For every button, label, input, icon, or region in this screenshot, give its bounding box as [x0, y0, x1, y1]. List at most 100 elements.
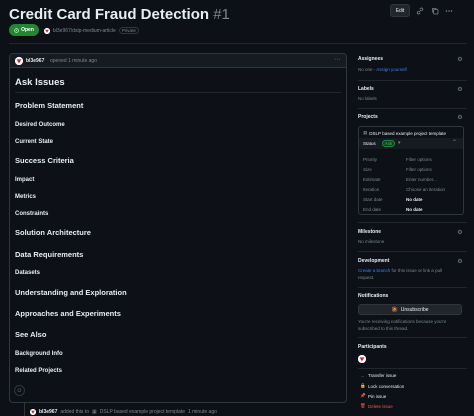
header-divider — [9, 43, 467, 44]
heading-impact: Impact — [15, 177, 35, 183]
delete-issue-action[interactable]: 🗑 Delete issue — [360, 403, 393, 409]
project-field-row[interactable]: Estimate — [363, 177, 381, 182]
heading-problem-statement: Problem Statement — [15, 101, 84, 110]
issue-number: #1 — [213, 6, 230, 23]
project-field-value[interactable]: No date — [406, 207, 423, 212]
repo-link[interactable]: bl3e967/dslp-medium-article — [53, 28, 116, 34]
gear-icon[interactable]: ⚙ — [457, 56, 463, 63]
lock-conversation-label: Lock conversation — [368, 383, 405, 389]
chevron-up-icon[interactable]: ⌃ — [452, 139, 457, 146]
project-table-icon: ▦ — [363, 130, 368, 135]
pin-icon: 📌 — [360, 393, 366, 398]
heading-background-info: Background Info — [15, 351, 63, 357]
visibility-badge: Private — [118, 27, 139, 34]
milestone-label: Milestone — [358, 229, 382, 235]
event-time: 1 minute ago — [187, 409, 217, 415]
field-name: End date — [363, 207, 382, 212]
notifications-info-line2: subscribed to this thread. — [358, 326, 409, 331]
project-field-value[interactable]: Choose an iteration — [406, 187, 445, 192]
sidebar-divider — [358, 222, 467, 223]
more-icon[interactable] — [443, 5, 454, 16]
timeline-event: bl3e967 added this to ▦ DSLP based examp… — [30, 409, 217, 415]
comment-author[interactable]: bl3e967 — [26, 58, 44, 64]
unsubscribe-button[interactable]: 🔕 Unsubscribe — [358, 304, 462, 315]
project-field-value[interactable]: Filter options — [406, 157, 432, 162]
lock-conversation-action[interactable]: 🔒 Lock conversation — [360, 383, 404, 389]
project-field-row[interactable]: Priority — [363, 157, 377, 162]
comment-more-icon[interactable]: ··· — [334, 56, 341, 63]
timeline-line — [24, 403, 25, 416]
heading-understanding-exploration: Understanding and Exploration — [15, 288, 127, 297]
event-user[interactable]: bl3e967 — [39, 409, 57, 415]
assign-yourself-link[interactable]: Assign yourself — [376, 67, 407, 72]
gear-icon[interactable]: ⚙ — [457, 86, 463, 93]
project-field-value[interactable]: Enter number... — [406, 177, 437, 182]
sidebar-divider — [358, 368, 467, 369]
copy-icon[interactable] — [429, 5, 440, 16]
project-field-row[interactable]: Start date — [363, 197, 383, 202]
sidebar-divider — [358, 108, 467, 109]
project-title[interactable]: ▦ DSLP based example project template — [363, 130, 446, 136]
smiley-icon[interactable]: ☺ — [14, 385, 25, 396]
repo-avatar — [44, 27, 50, 34]
gear-icon[interactable]: ⚙ — [457, 114, 463, 121]
participant-avatar[interactable] — [358, 355, 366, 363]
bell-icon: 🔕 — [391, 306, 398, 313]
project-field-row[interactable]: Size — [363, 167, 372, 172]
issue-state-label: Open — [21, 27, 34, 33]
field-value: Choose an iteration — [406, 187, 446, 192]
field-name: Start date — [363, 197, 383, 202]
edit-button[interactable]: Edit — [390, 4, 410, 17]
heading-related-projects: Related Projects — [15, 368, 63, 374]
status-label-text: Status — [363, 141, 376, 146]
field-value: No date — [406, 197, 423, 202]
notifications-info-line1: You're receiving notifications because y… — [358, 319, 447, 324]
event-avatar[interactable] — [30, 409, 36, 415]
chevron-down-icon[interactable]: ▾ — [398, 140, 401, 146]
status-badge[interactable]: Ask — [382, 140, 395, 147]
pin-issue-action[interactable]: 📌 Pin issue — [360, 393, 386, 399]
project-name[interactable]: DSLP based example project template — [369, 131, 446, 136]
sidebar-divider — [358, 80, 467, 81]
gear-icon[interactable]: ⚙ — [457, 258, 463, 265]
development-rest-line2: request. — [358, 275, 375, 280]
field-value: No date — [406, 207, 423, 212]
heading-desired-outcome: Desired Outcome — [15, 122, 65, 128]
development-rest-line1: for this issue or link a pull — [391, 268, 443, 273]
field-value: Enter number... — [406, 177, 437, 182]
author-avatar[interactable] — [15, 57, 23, 65]
gear-icon[interactable]: ⚙ — [457, 229, 463, 236]
trash-icon: 🗑 — [360, 403, 366, 408]
event-project[interactable]: DSLP based example project template — [100, 409, 185, 415]
project-field-value[interactable]: Filter options — [406, 167, 432, 172]
development-label: Development — [358, 258, 390, 264]
heading-ask-issues: Ask Issues — [15, 77, 65, 88]
issue-state-badge: Open — [9, 24, 39, 36]
project-field-row[interactable]: End date — [363, 207, 381, 212]
create-branch-link[interactable]: Create a branch — [358, 268, 390, 273]
project-field-value[interactable]: No date — [406, 197, 423, 202]
heading-success-criteria: Success Criteria — [15, 156, 74, 165]
heading-constraints: Constraints — [15, 211, 49, 217]
milestone-empty: No milestone — [358, 239, 385, 244]
transfer-issue-label: Transfer issue — [368, 373, 397, 378]
labels-label: Labels — [358, 86, 374, 92]
projects-label: Projects — [358, 114, 378, 120]
pin-issue-label: Pin issue — [368, 393, 387, 399]
repo-line: bl3e967/dslp-medium-article Private — [44, 27, 139, 34]
status-label: Status — [363, 141, 376, 146]
project-field-row[interactable]: Iteration — [363, 187, 379, 192]
lock-icon: 🔒 — [360, 383, 366, 388]
issue-title-text: Credit Card Fraud Detection — [9, 6, 210, 23]
heading-current-state: Current State — [15, 139, 54, 145]
unsubscribe-label: Unsubscribe — [400, 306, 429, 313]
link-icon[interactable] — [414, 5, 425, 16]
assignees-value: No one - Assign yourself — [358, 67, 407, 72]
sidebar-divider — [358, 287, 467, 288]
field-name: Priority — [363, 157, 378, 162]
transfer-issue-action[interactable]: → Transfer issue — [360, 373, 396, 378]
issue-title: Credit Card Fraud Detection #1 — [9, 6, 230, 23]
assignees-label: Assignees — [358, 56, 384, 62]
field-value: Filter options — [406, 167, 432, 172]
transfer-icon: → — [360, 373, 365, 378]
